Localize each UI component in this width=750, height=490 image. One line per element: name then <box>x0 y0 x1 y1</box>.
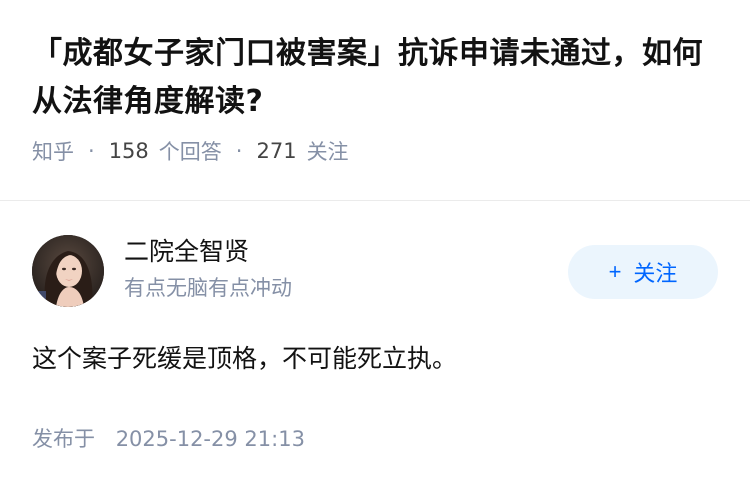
author-row: 二院全智贤 有点无脑有点冲动 + 关注 <box>32 235 718 307</box>
author-name[interactable]: 二院全智贤 <box>124 235 292 269</box>
avatar-photo-icon <box>32 235 104 307</box>
answer-count-label[interactable]: 个回答 <box>159 136 222 166</box>
follower-count: 271 <box>256 139 297 163</box>
follow-button-label: 关注 <box>633 261 678 286</box>
plus-icon: + <box>608 259 622 284</box>
question-title[interactable]: 「成都女子家门口被害案」抗诉申请未通过，如何从法律角度解读? <box>32 30 718 126</box>
follower-count-label[interactable]: 关注 <box>307 136 349 166</box>
follow-button[interactable]: + 关注 <box>568 245 718 299</box>
avatar[interactable] <box>32 235 104 307</box>
answer-timestamp: 发布于 2025-12-29 21:13 <box>32 423 305 453</box>
answer-content[interactable]: 这个案子死缓是顶格，不可能死立执。 <box>32 341 457 377</box>
author-bio: 有点无脑有点冲动 <box>124 276 292 300</box>
published-label: 发布于 <box>32 427 95 451</box>
question-header: 「成都女子家门口被害案」抗诉申请未通过，如何从法律角度解读? 知乎 · 158 … <box>0 0 750 170</box>
author-info: 二院全智贤 有点无脑有点冲动 <box>124 235 292 303</box>
answer-count: 158 <box>108 139 149 163</box>
meta-separator: · <box>235 139 243 163</box>
meta-separator: · <box>88 139 95 163</box>
question-meta: 知乎 · 158 个回答 · 271 关注 <box>32 134 718 168</box>
answer-card: 二院全智贤 有点无脑有点冲动 + 关注 这个案子死缓是顶格，不可能死立执。 发布… <box>0 201 750 490</box>
published-time: 2025-12-29 21:13 <box>115 427 305 451</box>
source-label[interactable]: 知乎 <box>32 136 74 166</box>
